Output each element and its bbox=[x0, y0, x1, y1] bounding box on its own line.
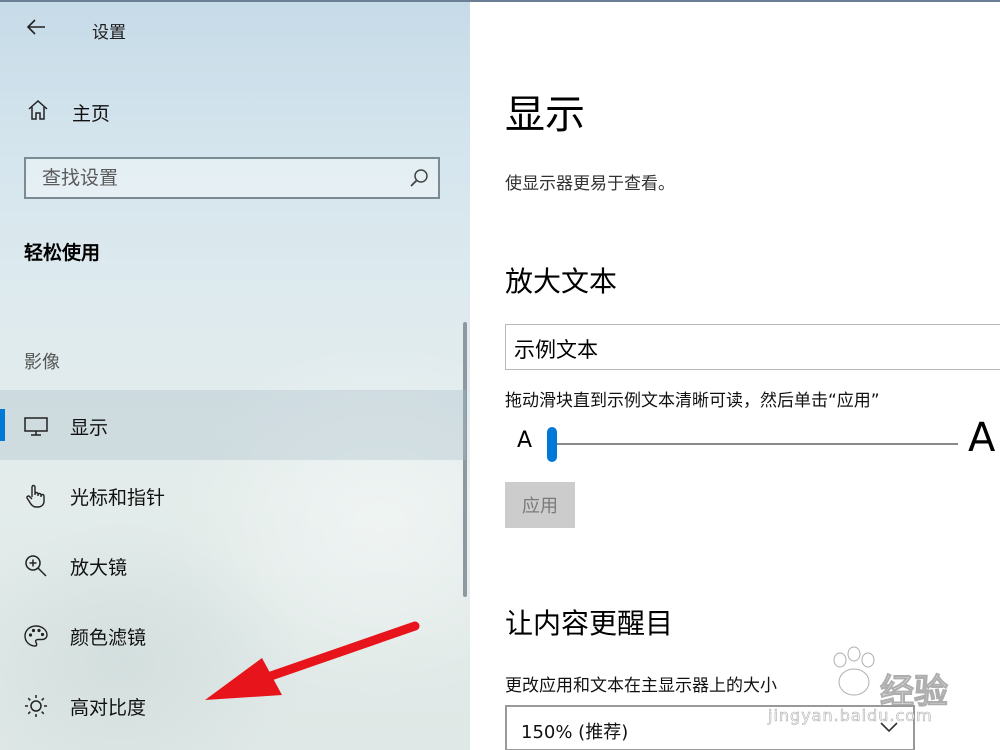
slider-hint: 拖动滑块直到示例文本清晰可读，然后单击“应用” bbox=[505, 391, 880, 411]
brightness-icon bbox=[25, 695, 47, 717]
text-size-slider-track[interactable] bbox=[550, 443, 958, 445]
pointer-hand-icon bbox=[26, 484, 45, 508]
search-input[interactable] bbox=[26, 159, 412, 197]
selected-indicator bbox=[0, 409, 5, 441]
sidebar-item-label: 光标和指针 bbox=[70, 487, 166, 509]
magnifier-plus-icon bbox=[25, 555, 47, 577]
sidebar-item-display[interactable]: 显示 bbox=[0, 390, 466, 460]
page-description: 使显示器更易于查看。 bbox=[505, 174, 675, 194]
sidebar-item-label: 显示 bbox=[70, 417, 109, 439]
sidebar-item-high-contrast[interactable]: 高对比度 bbox=[0, 670, 466, 740]
section-title: 轻松使用 bbox=[24, 242, 101, 264]
sidebar-home[interactable]: 主页 bbox=[18, 90, 448, 132]
sidebar-item-cursor-pointer[interactable]: 光标和指针 bbox=[0, 460, 466, 530]
apply-button[interactable]: 应用 bbox=[505, 482, 575, 528]
sample-text-box: 示例文本 bbox=[505, 324, 1000, 370]
sidebar-item-label: 颜色滤镜 bbox=[70, 627, 147, 649]
size-label: 更改应用和文本在主显示器上的大小 bbox=[505, 676, 777, 696]
sidebar-item-magnifier[interactable]: 放大镜 bbox=[0, 530, 466, 600]
paw-logo-icon bbox=[833, 646, 875, 696]
palette-icon bbox=[24, 625, 48, 647]
make-bigger-heading: 让内容更醒目 bbox=[505, 607, 674, 640]
watermark: 经验 jingyan.baidu.com bbox=[768, 642, 1000, 732]
sidebar-item-label: 放大镜 bbox=[70, 557, 128, 579]
text-size-slider-thumb[interactable] bbox=[547, 427, 557, 462]
group-label-vision: 影像 bbox=[24, 352, 60, 373]
sidebar-home-label: 主页 bbox=[72, 103, 111, 125]
window-title: 设置 bbox=[92, 23, 126, 43]
sidebar: 设置 主页 轻松使用 影像 显示 光标和指针 放大 bbox=[0, 2, 470, 750]
sample-text: 示例文本 bbox=[514, 338, 598, 362]
main-content: 显示 使显示器更易于查看。 放大文本 示例文本 拖动滑块直到示例文本清晰可读，然… bbox=[470, 2, 1000, 750]
back-arrow-icon[interactable] bbox=[24, 15, 48, 39]
page-title: 显示 bbox=[505, 92, 585, 138]
enlarge-text-heading: 放大文本 bbox=[505, 265, 618, 298]
sidebar-item-color-filters[interactable]: 颜色滤镜 bbox=[0, 600, 466, 670]
search-box[interactable] bbox=[24, 157, 440, 199]
watermark-url: jingyan.baidu.com bbox=[768, 706, 933, 726]
sidebar-item-label: 高对比度 bbox=[70, 697, 147, 719]
search-icon[interactable] bbox=[408, 167, 430, 189]
slider-max-label: A bbox=[968, 415, 996, 461]
slider-min-label: A bbox=[517, 428, 533, 453]
monitor-icon bbox=[24, 417, 48, 436]
home-icon bbox=[28, 99, 48, 120]
scale-dropdown-value: 150% (推荐) bbox=[521, 722, 629, 743]
